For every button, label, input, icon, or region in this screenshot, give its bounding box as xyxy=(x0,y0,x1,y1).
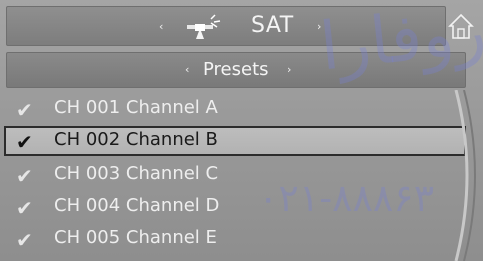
presets-prev-arrow[interactable]: ‹ xyxy=(185,64,189,76)
presets-next-arrow[interactable]: › xyxy=(287,64,291,76)
channel-label: CH 004 Channel D xyxy=(54,195,220,216)
check-icon: ✔ xyxy=(16,130,33,154)
channel-row-selected[interactable]: ✔ CH 002 Channel B xyxy=(4,126,466,156)
channel-label: CH 001 Channel A xyxy=(54,97,218,118)
source-label: SAT xyxy=(251,13,294,38)
check-icon: ✔ xyxy=(16,164,33,188)
scroll-rim xyxy=(454,90,476,261)
radio-screen: ‹ SAT › ‹ Presets › ✔ CH 001 Channel A ✔… xyxy=(0,0,483,261)
watermark-phone: ۰۲۱-۸۸۸۶۳ xyxy=(258,176,435,220)
check-icon: ✔ xyxy=(16,196,33,220)
channel-row[interactable]: ✔ CH 005 Channel E xyxy=(4,224,466,254)
channel-label: CH 002 Channel B xyxy=(54,129,218,150)
check-icon: ✔ xyxy=(16,98,33,122)
check-icon: ✔ xyxy=(16,228,33,252)
channel-label: CH 005 Channel E xyxy=(54,227,217,248)
source-prev-arrow[interactable]: ‹ xyxy=(159,21,163,33)
presets-label[interactable]: Presets xyxy=(203,59,269,80)
channel-label: CH 003 Channel C xyxy=(54,163,219,184)
satellite-icon xyxy=(187,14,221,39)
channel-row[interactable]: ✔ CH 001 Channel A xyxy=(4,94,466,124)
